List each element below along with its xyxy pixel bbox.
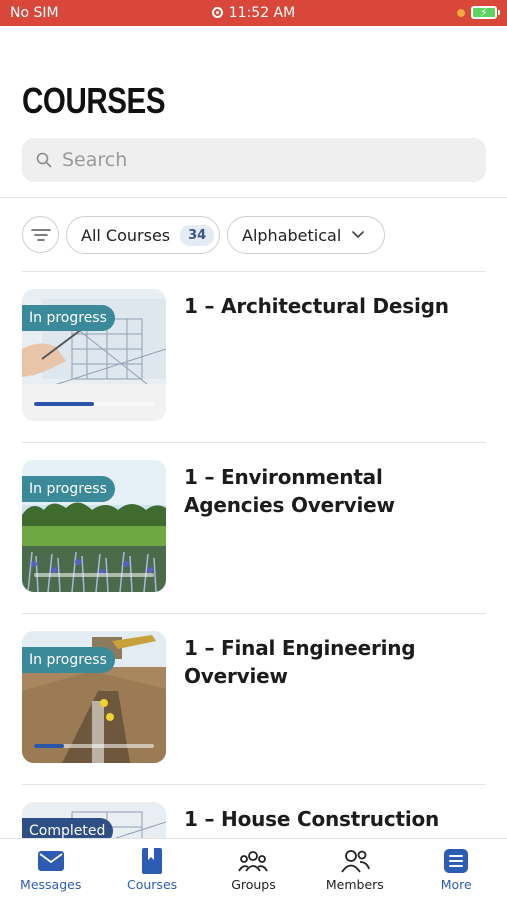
list-divider — [22, 271, 486, 272]
status-right: ⚡ — [457, 6, 500, 19]
status-badge: In progress — [22, 647, 115, 673]
status-badge: In progress — [22, 305, 115, 331]
group-icon — [238, 848, 269, 874]
course-count-badge: 34 — [180, 224, 215, 246]
progress-bar — [34, 573, 154, 577]
page-title: COURSES — [22, 80, 166, 121]
alarm-icon — [211, 7, 223, 18]
course-thumbnail: In progress — [22, 289, 166, 421]
course-thumbnail: In progress — [22, 460, 166, 592]
orange-dot-icon — [457, 8, 465, 17]
filter-lines-icon — [30, 228, 51, 241]
book-icon — [137, 848, 167, 874]
tab-messages[interactable]: Messages — [0, 839, 101, 900]
progress-fill — [34, 402, 94, 406]
status-time: 11:52 AM — [0, 5, 507, 21]
tab-more-label: More — [440, 877, 472, 892]
search-icon — [36, 152, 52, 168]
progress-bar — [34, 744, 154, 748]
progress-bar — [34, 402, 154, 406]
tab-courses-label: Courses — [127, 877, 178, 892]
tab-members[interactable]: Members — [304, 839, 405, 900]
members-icon — [340, 848, 370, 874]
tab-groups[interactable]: Groups — [203, 839, 304, 900]
bottom-tab-bar: Messages Courses Groups Members More — [0, 838, 507, 900]
battery-charging-icon: ⚡ — [471, 6, 500, 19]
course-card-architectural-design[interactable]: In progress 1 – Architectural Design — [22, 289, 486, 421]
filter-button[interactable] — [22, 216, 59, 253]
course-title: 1 – Environmental Agencies Overview — [184, 465, 395, 517]
sort-label: Alphabetical — [242, 225, 342, 245]
course-title: 1 – Architectural Design — [184, 294, 449, 318]
sort-dropdown[interactable]: Alphabetical — [227, 216, 385, 254]
time-label: 11:52 AM — [228, 5, 296, 21]
course-card-final-engineering[interactable]: In progress 1 – Final Engineering Overvi… — [22, 631, 486, 763]
all-courses-chip[interactable]: All Courses 34 — [66, 216, 220, 254]
list-divider — [22, 784, 486, 785]
tab-courses[interactable]: Courses — [101, 839, 202, 900]
course-card-environmental-agencies[interactable]: In progress 1 – Environmental Agencies O… — [22, 460, 486, 592]
header-divider — [0, 197, 507, 198]
course-thumbnail: In progress — [22, 631, 166, 763]
list-divider — [22, 613, 486, 614]
status-badge: In progress — [22, 476, 115, 502]
search-bar[interactable] — [22, 138, 486, 182]
list-menu-icon — [441, 848, 471, 874]
tab-members-label: Members — [325, 877, 384, 892]
all-courses-label: All Courses — [81, 225, 171, 245]
envelope-icon — [36, 848, 66, 874]
tab-groups-label: Groups — [231, 877, 276, 892]
list-divider — [22, 442, 486, 443]
status-bar: No SIM 11:52 AM ⚡ — [0, 0, 507, 26]
course-title: 1 – Final Engineering Overview — [184, 636, 416, 688]
chevron-down-icon — [352, 231, 365, 238]
tab-more[interactable]: More — [406, 839, 507, 900]
tab-messages-label: Messages — [20, 877, 82, 892]
search-input[interactable] — [62, 149, 462, 171]
progress-fill — [34, 744, 64, 748]
